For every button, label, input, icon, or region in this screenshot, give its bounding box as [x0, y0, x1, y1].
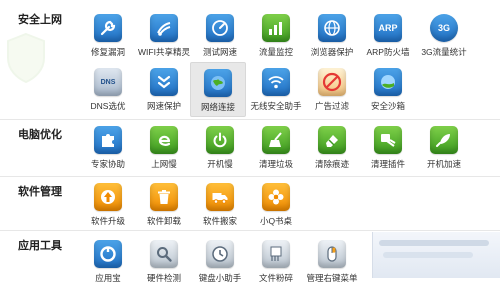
- ad-block-icon: [318, 68, 346, 96]
- tile-label: 开机加速: [426, 159, 461, 169]
- double-chevron-down-icon: [150, 68, 178, 96]
- tile-sandbox[interactable]: 安全沙箱: [360, 62, 416, 117]
- dns-server-icon: DNS: [94, 68, 122, 96]
- section-label-apps: 应用工具: [18, 240, 62, 252]
- app-store-icon: [94, 240, 122, 268]
- trash-icon: [150, 183, 178, 211]
- arp-icon: ARP: [374, 14, 402, 42]
- eraser-icon: [318, 126, 346, 154]
- puzzle-icon: [94, 126, 122, 154]
- section-label-security: 安全上网: [18, 14, 62, 26]
- section-label-optimize: 电脑优化: [18, 129, 62, 141]
- truck-icon: [206, 183, 234, 211]
- sandbox-icon: [374, 68, 402, 96]
- tile-desk[interactable]: 小Q书桌: [248, 177, 304, 232]
- panel-decoration: [379, 240, 489, 246]
- 3g-icon: 3G: [430, 14, 458, 42]
- document-shred-icon: [262, 240, 290, 268]
- tile-3g-stats[interactable]: 3G 3G流量统计: [416, 8, 472, 63]
- flower-icon: [262, 183, 290, 211]
- shield-watermark-icon: [7, 32, 45, 84]
- wifi-icon: [262, 68, 290, 96]
- power-icon: [206, 126, 234, 154]
- broom-icon: [262, 126, 290, 154]
- tile-label: 3G流量统计: [421, 47, 467, 57]
- speedometer-icon: [206, 14, 234, 42]
- rocket-icon: [430, 126, 458, 154]
- browser-e-icon: [150, 126, 178, 154]
- tools-icon: [94, 14, 122, 42]
- globe-network-icon: [204, 69, 232, 97]
- magnifier-icon: [150, 240, 178, 268]
- section-label-software: 软件管理: [18, 186, 62, 198]
- upgrade-arrow-icon: [94, 183, 122, 211]
- partial-panel: [372, 232, 500, 278]
- bar-chart-icon: [262, 14, 290, 42]
- wifi-share-icon: [150, 14, 178, 42]
- mouse-icon: [318, 240, 346, 268]
- tile-label: 小Q书桌: [259, 216, 293, 226]
- plugin-broom-icon: [374, 126, 402, 154]
- tile-label: 安全沙箱: [370, 101, 405, 111]
- clock-icon: [206, 240, 234, 268]
- globe-shield-icon: [318, 14, 346, 42]
- tile-label: 管理右键菜单: [306, 273, 358, 283]
- tile-context-menu[interactable]: 管理右键菜单: [304, 234, 360, 289]
- tile-net-connect[interactable]: 网络连接: [190, 62, 246, 117]
- tile-boot-speed[interactable]: 开机加速: [416, 120, 472, 175]
- panel-decoration: [383, 252, 473, 258]
